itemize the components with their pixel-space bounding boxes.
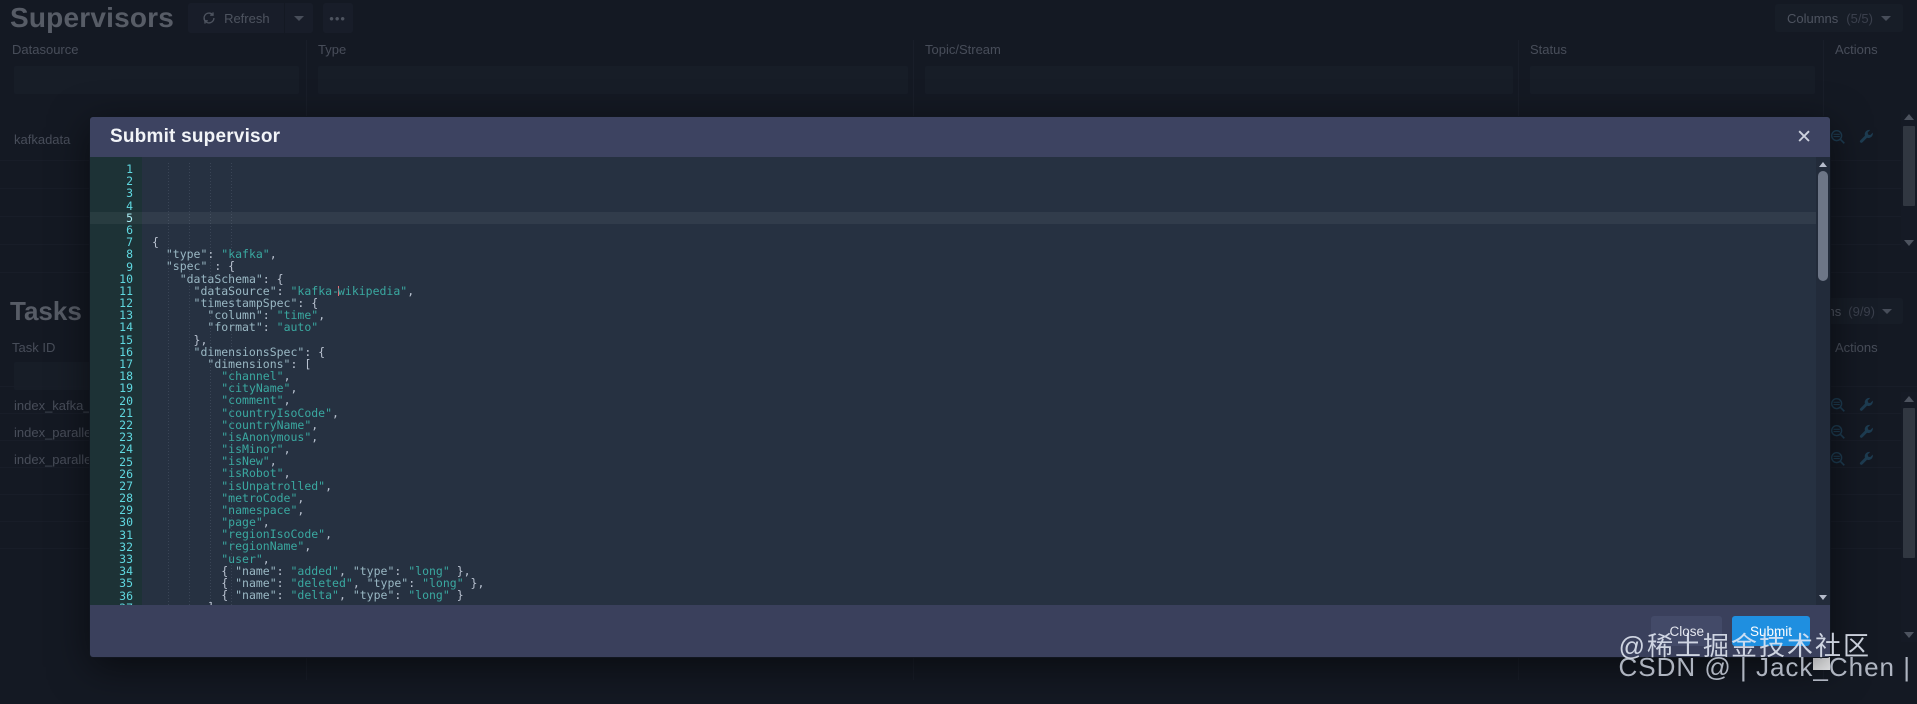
code-line: "countryName", [221,417,319,432]
code-line: "isNew", [221,454,277,469]
line-number: 3 [126,186,133,201]
line-number: 24 [119,442,133,457]
editor-scrollbar-thumb[interactable] [1818,171,1828,281]
code-line: "isMinor", [221,442,291,457]
line-number: 4 [126,198,133,213]
editor-line-numbers: 1 2 3 4 5 6 7 8 9 10 11 12 13 14 15 16 17 18 19 20 21 22 23 24 2… [90,157,142,605]
code-line: "page", [221,515,270,530]
code-line: "cityName", [221,381,298,396]
caret-up-icon[interactable] [1819,162,1827,167]
submit-button[interactable]: Submit [1731,616,1810,646]
line-number: 31 [119,527,133,542]
code-line: "dataSchema": { [179,271,284,286]
code-line: ] [152,601,1830,605]
code-line: "isRobot", [221,466,291,481]
code-line: "dimensionsSpec": { [193,344,326,359]
line-number: 36 [119,588,133,603]
code-line: "namespace", [221,502,305,517]
code-line: "channel", [221,369,291,384]
submit-supervisor-dialog: Submit supervisor ✕ 1 2 3 4 5 6 7 8 9 10 11 12 13 14 1… [90,117,1830,657]
modal-header: Submit supervisor ✕ [90,117,1830,157]
json-editor[interactable]: 1 2 3 4 5 6 7 8 9 10 11 12 13 14 15 16 17 18 19 20 21 22 23 24 2… [90,157,1830,605]
active-line-gutter-highlight [90,211,142,224]
line-number: 37 [90,602,133,605]
code-line: "timestampSpec": { [193,295,319,310]
active-line-highlight [142,211,1816,224]
code-line: "isAnonymous", [221,429,319,444]
app-root: Supervisors Refresh ••• Columns (5/5) [0,0,1917,704]
line-number: 14 [119,320,133,335]
code-line: "dimensions": [ [207,356,312,371]
code-line: "spec" : { [165,259,236,274]
modal-footer: Close Submit [90,605,1830,657]
code-line: "metroCode", [221,490,305,505]
line-number: 20 [119,393,133,408]
close-button[interactable]: Close [1651,616,1722,646]
editor-code-area[interactable]: { "type": "kafka", "spec" : { "dataSchem… [142,157,1830,605]
line-number: 35 [119,576,133,591]
code-line: "column": "time", [207,308,326,323]
modal-title: Submit supervisor [110,126,281,147]
code-line: "format": "auto" [207,320,319,335]
code-line: "comment", [221,393,291,408]
code-line: "type": "kafka", [165,247,277,262]
code-line: }, [152,332,208,347]
line-number: 9 [126,259,133,274]
line-number: 25 [119,454,133,469]
line-number: 15 [119,332,133,347]
line-number: 8 [126,247,133,262]
code-line: { "name": "delta", "type": "long" } [152,588,464,603]
line-number: 30 [119,515,133,530]
caret-down-icon[interactable] [1819,595,1827,600]
code-line: "countryIsoCode", [221,405,339,420]
editor-scrollbar[interactable] [1816,157,1830,605]
code-line: "regionIsoCode", [221,527,333,542]
code-line: "isUnpatrolled", [221,478,333,493]
code-line: "dataSource": "kafka-wikipedia", [193,283,415,298]
code-line: "regionName", [221,539,312,554]
close-icon[interactable]: ✕ [1796,128,1812,147]
line-number: 19 [119,381,133,396]
code-line: { [152,235,159,250]
